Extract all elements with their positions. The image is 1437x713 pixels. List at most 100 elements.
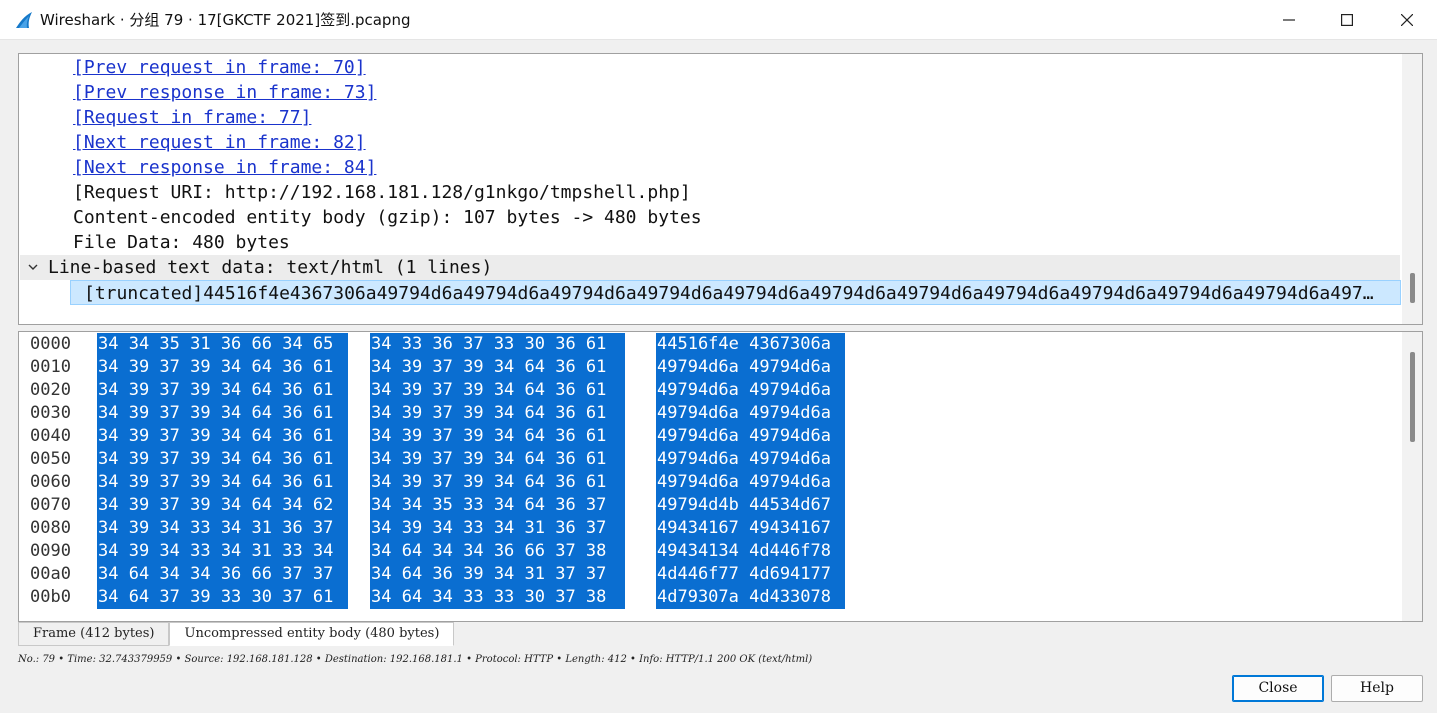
ascii-bytes-text: 4d446f77 4d694177: [657, 564, 831, 584]
hex-bytes-second-text: 34 39 37 39 34 64 36 61: [371, 426, 607, 446]
minimize-button[interactable]: [1260, 0, 1318, 40]
hex-bytes-second[interactable]: 34 33 36 37 33 30 36 61: [370, 333, 625, 356]
hex-bytes-first-text: 34 39 37 39 34 64 36 61: [98, 403, 334, 423]
help-button[interactable]: Help: [1331, 675, 1423, 702]
request-in-frame-link[interactable]: [Request in frame: 77]: [73, 105, 311, 130]
hex-bytes-first[interactable]: 34 39 37 39 34 64 36 61: [97, 379, 348, 402]
minimize-icon: [1283, 19, 1295, 21]
ascii-bytes-text: 44516f4e 4367306a: [657, 334, 831, 354]
hex-bytes-first[interactable]: 34 39 37 39 34 64 36 61: [97, 425, 348, 448]
close-button[interactable]: Close: [1232, 675, 1324, 702]
bytes-scrollbar-thumb[interactable]: [1410, 352, 1415, 442]
hex-bytes-second[interactable]: 34 39 37 39 34 64 36 61: [370, 471, 625, 494]
hex-bytes-first[interactable]: 34 39 37 39 34 64 34 62: [97, 494, 348, 517]
hex-bytes-first[interactable]: 34 39 34 33 34 31 33 34: [97, 540, 348, 563]
ascii-bytes-text: 49434167 49434167: [657, 518, 831, 538]
window-title: Wireshark · 分组 79 · 17[GKCTF 2021]签到.pca…: [40, 11, 411, 29]
hex-bytes-second[interactable]: 34 39 37 39 34 64 36 61: [370, 379, 625, 402]
hex-bytes-first[interactable]: 34 39 37 39 34 64 36 61: [97, 356, 348, 379]
packet-bytes-pane[interactable]: 0000 34 34 35 31 36 66 34 65 34 33 36 37 3…: [18, 331, 1423, 622]
hex-bytes-second[interactable]: 34 64 34 33 33 30 37 38: [370, 586, 625, 609]
hex-bytes-second[interactable]: 34 34 35 33 34 64 36 37: [370, 494, 625, 517]
hex-row: 00b0 34 64 37 39 33 30 37 61 34 64 34 33 3…: [19, 586, 1399, 609]
hex-row: 0070 34 39 37 39 34 64 34 62 34 34 35 33 3…: [19, 494, 1399, 517]
hex-bytes-first[interactable]: 34 39 37 39 34 64 36 61: [97, 448, 348, 471]
ascii-bytes-text: 49794d6a 49794d6a: [657, 449, 831, 469]
hex-row: 0090 34 39 34 33 34 31 33 34 34 64 34 34 3…: [19, 540, 1399, 563]
hex-bytes-first[interactable]: 34 39 37 39 34 64 36 61: [97, 471, 348, 494]
request-uri-field[interactable]: [Request URI: http://192.168.181.128/g1n…: [73, 180, 691, 205]
packet-detail-tree[interactable]: [Prev request in frame: 70] [Prev respon…: [18, 53, 1423, 325]
hex-offset: 0040: [30, 426, 71, 446]
hex-row: 0050 34 39 37 39 34 64 36 61 34 39 37 39 3…: [19, 448, 1399, 471]
hex-bytes-second[interactable]: 34 39 37 39 34 64 36 61: [370, 356, 625, 379]
hex-row: 0040 34 39 37 39 34 64 36 61 34 39 37 39 3…: [19, 425, 1399, 448]
hex-bytes-second-text: 34 33 36 37 33 30 36 61: [371, 334, 607, 354]
title-bar: Wireshark · 分组 79 · 17[GKCTF 2021]签到.pca…: [0, 0, 1437, 40]
ascii-bytes[interactable]: 49434134 4d446f78: [656, 540, 845, 563]
selected-truncated-data-line[interactable]: [truncated]44516f4e4367306a49794d6a49794…: [70, 280, 1401, 305]
ascii-bytes[interactable]: 4d79307a 4d433078: [656, 586, 845, 609]
window-close-button[interactable]: [1378, 0, 1436, 40]
ascii-bytes[interactable]: 44516f4e 4367306a: [656, 333, 845, 356]
hex-offset: 0060: [30, 472, 71, 492]
hex-bytes-second[interactable]: 34 39 37 39 34 64 36 61: [370, 448, 625, 471]
hex-bytes-second[interactable]: 34 39 37 39 34 64 36 61: [370, 425, 625, 448]
hex-bytes-second[interactable]: 34 64 34 34 36 66 37 38: [370, 540, 625, 563]
chevron-down-icon[interactable]: [26, 255, 40, 280]
ascii-bytes[interactable]: 49794d6a 49794d6a: [656, 471, 845, 494]
ascii-bytes[interactable]: 49794d6a 49794d6a: [656, 356, 845, 379]
next-request-link[interactable]: [Next request in frame: 82]: [73, 130, 366, 155]
hex-bytes-second-text: 34 39 34 33 34 31 36 37: [371, 518, 607, 538]
detail-scrollbar[interactable]: [1402, 54, 1422, 324]
hex-bytes-first[interactable]: 34 64 34 34 36 66 37 37: [97, 563, 348, 586]
prev-response-link[interactable]: [Prev response in frame: 73]: [73, 80, 376, 105]
hex-bytes-first[interactable]: 34 39 34 33 34 31 36 37: [97, 517, 348, 540]
hex-row: 0060 34 39 37 39 34 64 36 61 34 39 37 39 3…: [19, 471, 1399, 494]
hex-offset: 0080: [30, 518, 71, 538]
ascii-bytes-text: 4d79307a 4d433078: [657, 587, 831, 607]
hex-bytes-first[interactable]: 34 39 37 39 34 64 36 61: [97, 402, 348, 425]
hex-bytes-second-text: 34 39 37 39 34 64 36 61: [371, 403, 607, 423]
hex-bytes-second-text: 34 64 34 33 33 30 37 38: [371, 587, 607, 607]
ascii-bytes[interactable]: 4d446f77 4d694177: [656, 563, 845, 586]
hex-bytes-first-text: 34 64 34 34 36 66 37 37: [98, 564, 334, 584]
content-encoded-field[interactable]: Content-encoded entity body (gzip): 107 …: [73, 205, 702, 230]
hex-bytes-second[interactable]: 34 39 37 39 34 64 36 61: [370, 402, 625, 425]
hex-offset: 0020: [30, 380, 71, 400]
line-based-text-node[interactable]: Line-based text data: text/html (1 lines…: [20, 255, 1400, 280]
hex-bytes-second-text: 34 39 37 39 34 64 36 61: [371, 472, 607, 492]
maximize-icon: [1341, 14, 1353, 26]
hex-bytes-second[interactable]: 34 64 36 39 34 31 37 37: [370, 563, 625, 586]
hex-offset: 0050: [30, 449, 71, 469]
ascii-bytes[interactable]: 49794d6a 49794d6a: [656, 379, 845, 402]
hex-bytes-second-text: 34 64 36 39 34 31 37 37: [371, 564, 607, 584]
line-based-text-label: Line-based text data: text/html (1 lines…: [48, 257, 493, 278]
wireshark-fin-icon: [16, 12, 32, 28]
detail-scrollbar-thumb[interactable]: [1410, 273, 1415, 303]
ascii-bytes[interactable]: 49794d6a 49794d6a: [656, 425, 845, 448]
close-icon: [1401, 14, 1413, 26]
ascii-bytes[interactable]: 49794d4b 44534d67: [656, 494, 845, 517]
prev-request-link[interactable]: [Prev request in frame: 70]: [73, 55, 366, 80]
hex-bytes-second-text: 34 39 37 39 34 64 36 61: [371, 380, 607, 400]
hex-bytes-first-text: 34 39 37 39 34 64 34 62: [98, 495, 334, 515]
maximize-button[interactable]: [1318, 0, 1376, 40]
file-data-field[interactable]: File Data: 480 bytes: [73, 230, 290, 255]
hex-bytes-first-text: 34 39 37 39 34 64 36 61: [98, 357, 334, 377]
hex-row: 0000 34 34 35 31 36 66 34 65 34 33 36 37 3…: [19, 333, 1399, 356]
hex-bytes-second[interactable]: 34 39 34 33 34 31 36 37: [370, 517, 625, 540]
hex-bytes-first[interactable]: 34 34 35 31 36 66 34 65: [97, 333, 348, 356]
hex-row: 0010 34 39 37 39 34 64 36 61 34 39 37 39 3…: [19, 356, 1399, 379]
tab-frame[interactable]: Frame (412 bytes): [18, 622, 170, 646]
ascii-bytes[interactable]: 49794d6a 49794d6a: [656, 448, 845, 471]
ascii-bytes[interactable]: 49434167 49434167: [656, 517, 845, 540]
tab-uncompressed-body[interactable]: Uncompressed entity body (480 bytes): [169, 622, 455, 646]
ascii-bytes[interactable]: 49794d6a 49794d6a: [656, 402, 845, 425]
next-response-link[interactable]: [Next response in frame: 84]: [73, 155, 376, 180]
bytes-scrollbar[interactable]: [1402, 332, 1422, 621]
hex-bytes-first[interactable]: 34 64 37 39 33 30 37 61: [97, 586, 348, 609]
ascii-bytes-text: 49794d4b 44534d67: [657, 495, 831, 515]
hex-offset: 00a0: [30, 564, 71, 584]
byte-view-tabs: Frame (412 bytes) Uncompressed entity bo…: [18, 622, 455, 646]
